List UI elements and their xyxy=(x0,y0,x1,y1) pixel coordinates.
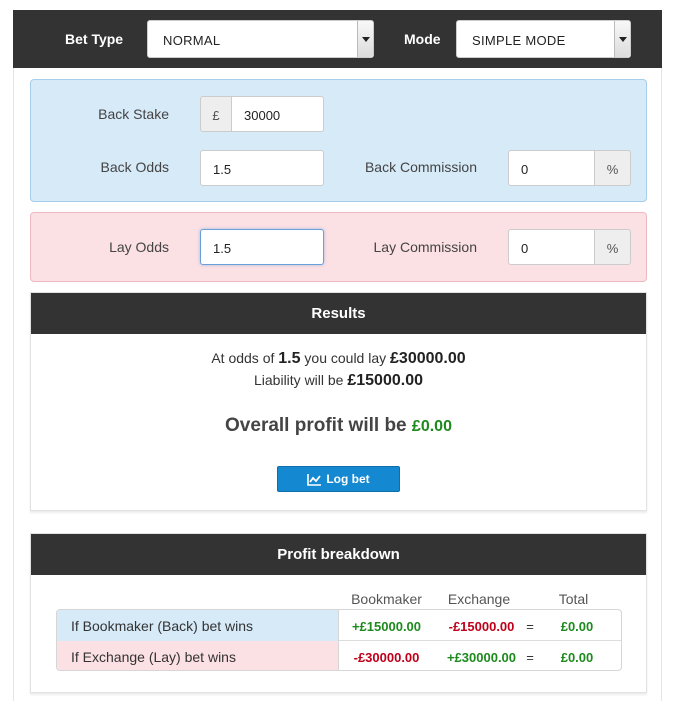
back-stake-label: Back Stake xyxy=(98,106,169,122)
lay-amount: £30000.00 xyxy=(390,350,466,367)
lay-summary-prefix: At odds of xyxy=(211,350,275,366)
overall-profit-prefix: Overall profit will be xyxy=(225,415,407,436)
liability-summary: Liability will be £15000.00 xyxy=(31,372,646,390)
mode-label: Mode xyxy=(404,31,441,47)
back-commission-input[interactable]: 0 xyxy=(508,150,595,186)
bet-type-value: NORMAL xyxy=(163,33,221,48)
lay-commission-label: Lay Commission xyxy=(373,239,477,255)
bet-type-select[interactable]: NORMAL xyxy=(147,20,374,58)
bookmaker-value: -£30000.00 xyxy=(353,650,420,665)
profit-breakdown-title: Profit breakdown xyxy=(31,534,646,575)
log-bet-button[interactable]: Log bet xyxy=(277,466,400,492)
lay-commission-input[interactable]: 0 xyxy=(508,229,595,265)
lay-odds-label: Lay Odds xyxy=(109,239,169,255)
equals-sign: = xyxy=(526,650,534,665)
lay-panel: Lay Odds 1.5 Lay Commission 0 % xyxy=(30,212,647,282)
log-bet-label: Log bet xyxy=(326,472,370,486)
percent-addon: % xyxy=(594,150,631,186)
profit-breakdown-card: Profit breakdown Bookmaker Exchange Tota… xyxy=(30,533,647,693)
back-odds-input[interactable]: 1.5 xyxy=(200,150,324,186)
lay-summary-mid: you could lay xyxy=(304,350,387,366)
row-label: If Bookmaker (Back) bet wins xyxy=(57,610,339,641)
results-title: Results xyxy=(31,293,646,334)
column-header-bookmaker: Bookmaker xyxy=(351,591,422,607)
back-commission-label: Back Commission xyxy=(364,159,477,175)
total-value: £0.00 xyxy=(560,650,594,665)
bet-type-label: Bet Type xyxy=(65,31,124,47)
row-label: If Exchange (Lay) bet wins xyxy=(57,641,339,670)
table-row: If Exchange (Lay) bet wins -£30000.00 +£… xyxy=(57,641,621,670)
exchange-value: +£30000.00 xyxy=(446,650,517,665)
line-chart-icon xyxy=(307,474,322,486)
liability-value: £15000.00 xyxy=(347,372,423,389)
settings-bar: Bet Type NORMAL Mode SIMPLE MODE xyxy=(13,10,662,68)
lay-odds-value: 1.5 xyxy=(278,350,301,367)
column-header-total: Total xyxy=(558,591,589,607)
mode-value: SIMPLE MODE xyxy=(472,33,566,48)
bookmaker-value: +£15000.00 xyxy=(351,619,422,634)
lay-summary: At odds of 1.5 you could lay £30000.00 xyxy=(31,350,646,368)
equals-sign: = xyxy=(526,619,534,634)
total-value: £0.00 xyxy=(560,619,594,634)
overall-profit: Overall profit will be £0.00 xyxy=(31,415,646,437)
currency-addon: £ xyxy=(200,96,231,132)
back-stake-input[interactable]: 30000 xyxy=(231,96,324,132)
percent-addon: % xyxy=(594,229,631,265)
table-row: If Bookmaker (Back) bet wins +£15000.00 … xyxy=(57,610,621,641)
back-panel: Back Stake £ 30000 Back Odds 1.5 Back Co… xyxy=(30,79,647,202)
exchange-value: -£15000.00 xyxy=(448,619,515,634)
back-odds-label: Back Odds xyxy=(100,159,169,175)
breakdown-table: If Bookmaker (Back) bet wins +£15000.00 … xyxy=(56,609,622,671)
lay-odds-input[interactable]: 1.5 xyxy=(200,229,324,265)
mode-select[interactable]: SIMPLE MODE xyxy=(456,20,631,58)
chevron-down-icon[interactable] xyxy=(614,21,630,57)
chevron-down-icon[interactable] xyxy=(357,21,373,57)
overall-profit-value: £0.00 xyxy=(411,418,452,435)
results-card: Results At odds of 1.5 you could lay £30… xyxy=(30,292,647,511)
column-header-exchange: Exchange xyxy=(447,591,511,607)
liability-prefix: Liability will be xyxy=(253,372,344,388)
